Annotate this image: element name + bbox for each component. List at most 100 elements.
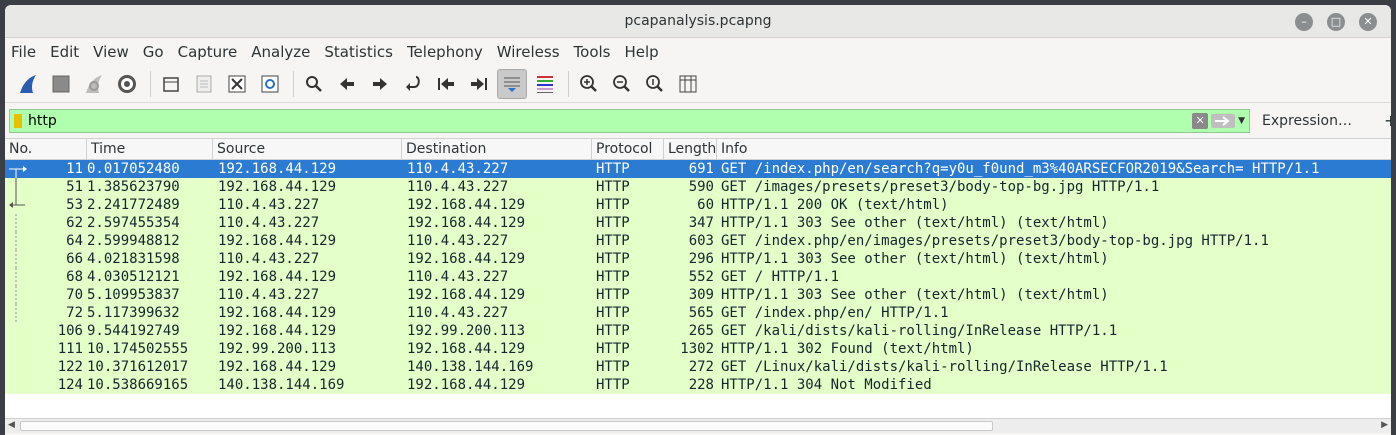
- menu-view[interactable]: View: [93, 43, 129, 61]
- packet-info: HTTP/1.1 200 OK (text/html): [721, 197, 949, 213]
- menu-help[interactable]: Help: [624, 43, 658, 61]
- packet-destination: 192.168.44.129: [407, 341, 526, 357]
- menu-edit[interactable]: Edit: [50, 43, 79, 61]
- close-file-icon[interactable]: [222, 69, 252, 99]
- column-header-info[interactable]: Info: [717, 139, 1391, 159]
- related-packet-indicator: [5, 250, 33, 268]
- related-packet-indicator: [5, 268, 33, 286]
- related-packet-indicator: [5, 358, 33, 376]
- filter-value: http: [28, 112, 57, 129]
- column-header-no[interactable]: No.: [5, 139, 87, 159]
- colorize-icon[interactable]: [530, 69, 560, 99]
- related-packet-indicator: [5, 322, 33, 340]
- zoom-in-icon[interactable]: [574, 69, 604, 99]
- packet-source: 192.99.200.113: [218, 341, 337, 357]
- apply-filter-arrow-icon[interactable]: [1211, 113, 1236, 128]
- packet-protocol: HTTP: [596, 359, 630, 375]
- packet-number: 53: [66, 197, 83, 213]
- packet-protocol: HTTP: [596, 269, 630, 285]
- menu-capture[interactable]: Capture: [178, 43, 238, 61]
- packet-row[interactable]: 62 2.597455354 110.4.43.227 192.168.44.129 H…: [5, 214, 1391, 232]
- open-folder-icon[interactable]: [156, 69, 186, 99]
- packet-row[interactable]: 68 4.030512121 192.168.44.129 110.4.43.227 H…: [5, 268, 1391, 286]
- scrollbar-thumb[interactable]: [20, 421, 993, 431]
- packet-length: 565: [688, 305, 714, 321]
- packet-time: 5.109953837: [87, 287, 180, 303]
- go-back-icon[interactable]: [332, 69, 362, 99]
- packet-row[interactable]: 72 5.117399632 192.168.44.129 110.4.43.227 H…: [5, 304, 1391, 322]
- restart-fin-icon[interactable]: [79, 69, 109, 99]
- scroll-left-icon[interactable]: ◀: [8, 420, 15, 430]
- packet-row[interactable]: 122 10.371612017 192.168.44.129 140.138.144…: [5, 358, 1391, 376]
- packet-row[interactable]: 64 2.599948812 192.168.44.129 110.4.43.227 H…: [5, 232, 1391, 250]
- menu-bar: File Edit View Go Capture Analyze Statistics Te…: [5, 38, 1391, 65]
- scroll-right-icon[interactable]: ▶: [1381, 420, 1388, 430]
- packet-list-empty-area: [5, 394, 1391, 419]
- packet-destination: 140.138.144.169: [407, 359, 534, 375]
- packet-destination: 110.4.43.227: [407, 305, 509, 321]
- display-filter-input[interactable]: http ✕ ▼: [9, 108, 1250, 133]
- autoscroll-icon[interactable]: [497, 68, 527, 99]
- recent-filters-dropdown-icon[interactable]: ▼: [1238, 116, 1245, 126]
- maximize-button[interactable]: □: [1327, 13, 1345, 31]
- menu-tools[interactable]: Tools: [574, 43, 611, 61]
- last-packet-icon[interactable]: [464, 69, 494, 99]
- main-toolbar: [5, 65, 1391, 103]
- normal-size-icon[interactable]: [640, 69, 670, 99]
- column-header-length[interactable]: Length: [664, 139, 717, 159]
- packet-protocol: HTTP: [596, 233, 630, 249]
- expression-button[interactable]: Expression…: [1262, 113, 1352, 129]
- related-packet-indicator: [5, 232, 33, 250]
- menu-file[interactable]: File: [11, 43, 36, 61]
- column-header-source[interactable]: Source: [213, 139, 402, 159]
- shark-fin-start-icon[interactable]: [13, 69, 43, 99]
- packet-row[interactable]: 106 9.544192749 192.168.44.129 192.99.200.1…: [5, 322, 1391, 340]
- packet-length: 347: [688, 215, 714, 231]
- packet-row[interactable]: 111 10.174502555 192.99.200.113 192.168.44.…: [5, 340, 1391, 358]
- go-to-packet-icon[interactable]: [398, 69, 428, 99]
- packet-length: 265: [688, 323, 714, 339]
- minimize-button[interactable]: –: [1295, 13, 1313, 31]
- capture-options-gear-icon[interactable]: [112, 69, 142, 99]
- find-packet-icon[interactable]: [299, 69, 329, 99]
- packet-info: GET /images/presets/preset3/body-top-bg.…: [721, 179, 1160, 195]
- menu-go[interactable]: Go: [143, 43, 164, 61]
- column-header-time[interactable]: Time: [87, 139, 213, 159]
- packet-row[interactable]: 70 5.109953837 110.4.43.227 192.168.44.129 H…: [5, 286, 1391, 304]
- resize-columns-icon[interactable]: [673, 69, 703, 99]
- packet-length: 272: [688, 359, 714, 375]
- packet-row[interactable]: 53 2.241772489 110.4.43.227 192.168.44.129 H…: [5, 196, 1391, 214]
- clear-filter-icon[interactable]: ✕: [1192, 112, 1209, 129]
- packet-row[interactable]: 51 1.385623790 192.168.44.129 110.4.43.227 H…: [5, 178, 1391, 196]
- column-header-destination[interactable]: Destination: [402, 139, 592, 159]
- stop-square-icon[interactable]: [46, 69, 76, 99]
- packet-info: GET /index.php/en/ HTTP/1.1: [721, 305, 949, 321]
- zoom-out-icon[interactable]: [607, 69, 637, 99]
- menu-statistics[interactable]: Statistics: [324, 43, 393, 61]
- column-header-protocol[interactable]: Protocol: [592, 139, 664, 159]
- related-packet-indicator: [5, 178, 33, 196]
- packet-source: 110.4.43.227: [218, 197, 320, 213]
- close-window-button[interactable]: ✕: [1359, 13, 1377, 31]
- wireshark-window: pcapanalysis.pcapng – □ ✕ File Edit View Go…: [5, 5, 1391, 435]
- packet-source: 140.138.144.169: [218, 377, 345, 393]
- add-filter-button[interactable]: +: [1384, 111, 1391, 130]
- packet-row[interactable]: 11 0.017052480 192.168.44.129 110.4.43.227 H…: [5, 160, 1391, 178]
- filter-bookmark-icon[interactable]: [14, 113, 22, 128]
- menu-telephony[interactable]: Telephony: [407, 43, 483, 61]
- save-file-icon[interactable]: [189, 69, 219, 99]
- packet-info: GET /index.php/en/images/presets/preset3…: [721, 233, 1269, 249]
- packet-destination: 192.168.44.129: [407, 215, 526, 231]
- go-forward-icon[interactable]: [365, 69, 395, 99]
- reload-file-icon[interactable]: [255, 69, 285, 99]
- packet-source: 192.168.44.129: [218, 233, 337, 249]
- packet-row[interactable]: 124 10.538669165 140.138.144.169 192.168.44…: [5, 376, 1391, 394]
- packet-row[interactable]: 66 4.021831598 110.4.43.227 192.168.44.129 H…: [5, 250, 1391, 268]
- menu-wireless[interactable]: Wireless: [497, 43, 560, 61]
- packet-info: HTTP/1.1 304 Not Modified: [721, 377, 932, 393]
- packet-source: 192.168.44.129: [218, 305, 337, 321]
- menu-analyze[interactable]: Analyze: [251, 43, 310, 61]
- first-packet-icon[interactable]: [431, 69, 461, 99]
- packet-source: 192.168.44.129: [218, 323, 337, 339]
- horizontal-scrollbar[interactable]: ◀ ▶: [5, 418, 1391, 433]
